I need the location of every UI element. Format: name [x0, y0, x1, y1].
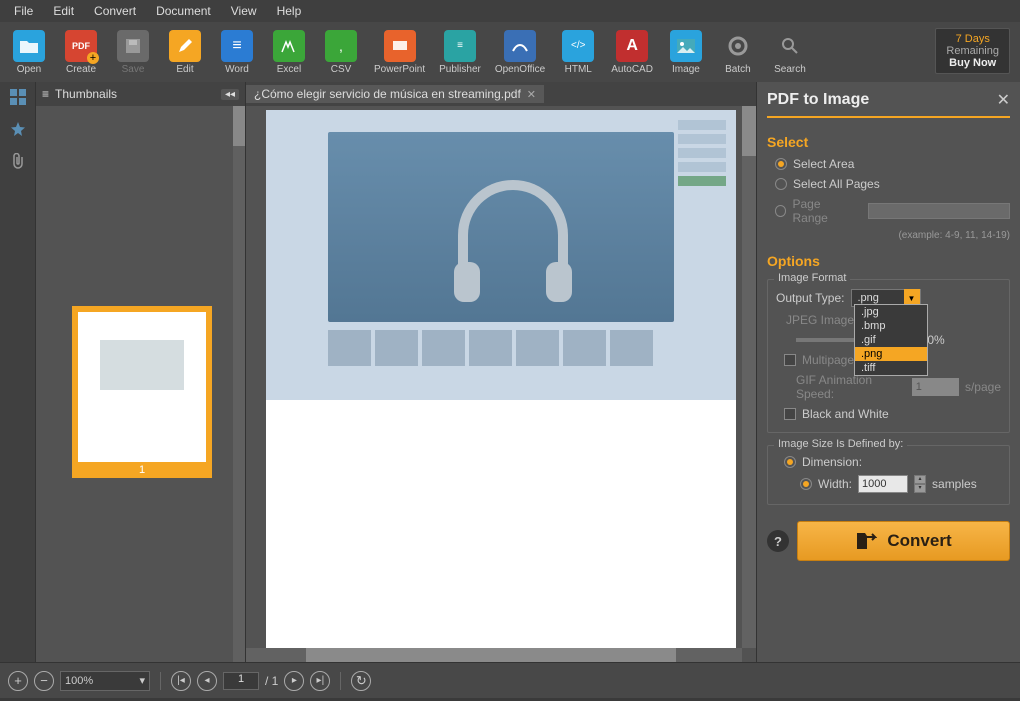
thumbnails-body: 1 — [36, 106, 245, 662]
menu-file[interactable]: File — [4, 2, 43, 20]
attachments-rail-icon[interactable] — [7, 150, 29, 172]
width-input[interactable]: 1000 — [858, 475, 908, 493]
menu-bar: File Edit Convert Document View Help — [0, 0, 1020, 22]
powerpoint-button[interactable]: PowerPoint — [374, 30, 425, 75]
thumbnails-scrollbar[interactable] — [233, 106, 245, 662]
width-label: Width: — [818, 477, 852, 491]
output-type-dropdown[interactable]: .jpg .bmp .gif .png .tiff — [854, 304, 928, 376]
convert-button[interactable]: Convert — [797, 521, 1010, 561]
hamburger-icon[interactable]: ≡ — [42, 87, 49, 101]
dd-gif[interactable]: .gif — [855, 333, 927, 347]
page-range-input — [868, 203, 1010, 219]
width-spinner[interactable]: ▴▾ — [914, 475, 926, 493]
zoom-select[interactable]: 100%▾ — [60, 671, 150, 691]
menu-view[interactable]: View — [221, 2, 267, 20]
output-type-label: Output Type: — [776, 291, 845, 305]
select-area-radio[interactable]: Select Area — [767, 154, 1010, 174]
last-page-button[interactable]: ▸| — [310, 671, 330, 691]
menu-help[interactable]: Help — [267, 2, 312, 20]
save-button: Save — [114, 30, 152, 75]
document-horizontal-scrollbar[interactable] — [246, 648, 742, 662]
close-panel-icon[interactable]: ✕ — [997, 90, 1010, 110]
options-section-heading: Options — [767, 253, 1010, 269]
main-area: ≡ Thumbnails ◂◂ 1 ¿Cómo elegir servicio … — [0, 82, 1020, 662]
document-vertical-scrollbar[interactable] — [742, 106, 756, 648]
image-button[interactable]: Image — [667, 30, 705, 75]
gif-speed-label: GIF Animation Speed: — [796, 373, 906, 401]
thumbnails-title: Thumbnails — [55, 87, 117, 101]
page-range-hint: (example: 4-9, 11, 14-19) — [767, 228, 1010, 247]
thumbnails-panel: ≡ Thumbnails ◂◂ 1 — [36, 82, 246, 662]
select-section-heading: Select — [767, 134, 1010, 150]
rotate-button[interactable]: ↻ — [351, 671, 371, 691]
word-button[interactable]: ≡Word — [218, 30, 256, 75]
image-format-fieldset: Image Format Output Type: .png▼ .jpg .bm… — [767, 279, 1010, 433]
thumbnail-page-1[interactable]: 1 — [72, 306, 212, 478]
zoom-in-button[interactable]: + — [8, 671, 28, 691]
page-number-input[interactable]: 1 — [223, 672, 259, 690]
document-area: ¿Cómo elegir servicio de música en strea… — [246, 82, 756, 662]
close-tab-icon[interactable]: ✕ — [527, 88, 536, 101]
jpeg-quality-label: JPEG Image — [786, 313, 854, 327]
menu-edit[interactable]: Edit — [43, 2, 84, 20]
zoom-out-button[interactable]: − — [34, 671, 54, 691]
status-bar: + − 100%▾ |◂ ◂ 1 / 1 ▸ ▸| ↻ — [0, 662, 1020, 698]
collapse-thumbnails-button[interactable]: ◂◂ — [221, 89, 239, 100]
document-tabs: ¿Cómo elegir servicio de música en strea… — [246, 82, 756, 106]
menu-convert[interactable]: Convert — [84, 2, 146, 20]
publisher-button[interactable]: ≡Publisher — [439, 30, 481, 75]
document-viewport[interactable] — [246, 106, 756, 662]
autocad-button[interactable]: AAutoCAD — [611, 30, 653, 75]
openoffice-button[interactable]: OpenOffice — [495, 30, 545, 75]
next-page-button[interactable]: ▸ — [284, 671, 304, 691]
document-page — [266, 110, 736, 650]
dd-png[interactable]: .png — [855, 347, 927, 361]
toolbar: Open PDF+Create Save Edit ≡Word Excel ,C… — [0, 22, 1020, 82]
width-radio[interactable] — [800, 478, 812, 490]
black-and-white-checkbox[interactable]: Black and White — [776, 404, 1001, 424]
prev-page-button[interactable]: ◂ — [197, 671, 217, 691]
excel-button[interactable]: Excel — [270, 30, 308, 75]
dimension-radio[interactable]: Dimension: — [776, 452, 1001, 472]
batch-button[interactable]: Batch — [719, 30, 757, 75]
bookmarks-rail-icon[interactable] — [7, 118, 29, 140]
document-tab-title: ¿Cómo elegir servicio de música en strea… — [254, 87, 521, 101]
dd-tiff[interactable]: .tiff — [855, 361, 927, 375]
edit-button[interactable]: Edit — [166, 30, 204, 75]
dd-jpg[interactable]: .jpg — [855, 305, 927, 319]
pdf-to-image-panel: PDF to Image ✕ Select Select Area Select… — [756, 82, 1020, 662]
document-tab[interactable]: ¿Cómo elegir servicio de música en strea… — [246, 85, 544, 103]
panel-title: PDF to Image — [767, 91, 869, 109]
first-page-button[interactable]: |◂ — [171, 671, 191, 691]
page-range-radio[interactable]: Page Range — [767, 194, 1010, 228]
left-rail — [0, 82, 36, 662]
page-total: 1 — [272, 674, 279, 688]
convert-icon — [855, 531, 877, 551]
thumbnails-header: ≡ Thumbnails ◂◂ — [36, 82, 245, 106]
trial-buy-box[interactable]: 7 Days Remaining Buy Now — [935, 28, 1010, 74]
html-button[interactable]: </>HTML — [559, 30, 597, 75]
image-size-fieldset: Image Size Is Defined by: Dimension: Wid… — [767, 445, 1010, 505]
search-button[interactable]: Search — [771, 30, 809, 75]
open-button[interactable]: Open — [10, 30, 48, 75]
dd-bmp[interactable]: .bmp — [855, 319, 927, 333]
thumbnails-rail-icon[interactable] — [7, 86, 29, 108]
select-all-pages-radio[interactable]: Select All Pages — [767, 174, 1010, 194]
create-button[interactable]: PDF+Create — [62, 30, 100, 75]
menu-document[interactable]: Document — [146, 2, 221, 20]
help-icon[interactable]: ? — [767, 530, 789, 552]
gif-speed-input: 1 — [912, 378, 959, 396]
selection-overlay[interactable] — [266, 110, 736, 400]
csv-button[interactable]: ,CSV — [322, 30, 360, 75]
